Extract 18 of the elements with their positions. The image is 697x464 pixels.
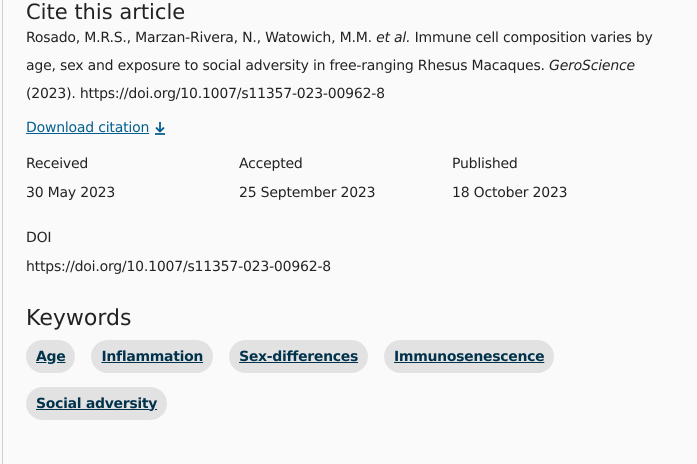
keyword-tag[interactable]: Immunosenescence bbox=[384, 340, 554, 373]
keyword-tag[interactable]: Inflammation bbox=[91, 340, 214, 373]
download-icon bbox=[153, 121, 168, 135]
date-label: Published bbox=[452, 155, 519, 174]
date-value: 25 September 2023 bbox=[239, 184, 376, 203]
download-citation-link[interactable]: Download citation bbox=[26, 120, 168, 136]
keyword-tag[interactable]: Social adversity bbox=[26, 387, 168, 420]
section-heading: Keywords bbox=[26, 305, 132, 333]
date-label: Accepted bbox=[239, 155, 304, 174]
doi-label: DOI bbox=[26, 229, 52, 248]
date-value: 30 May 2023 bbox=[26, 184, 116, 203]
date-value: 18 October 2023 bbox=[452, 184, 568, 203]
section-heading: Cite this article bbox=[26, 0, 186, 24]
keyword-tag[interactable]: Age bbox=[26, 340, 76, 373]
citation-text: Rosado, M.R.S., Marzan-Rivera, N., Watowich, M.M. et al. Immune cell composition varies by age, sex and exposure to social adversity in free-ranging Rhesus Macaques. GeroScience (2023). https://doi.org/10.1007/s11357-023-00962-8 bbox=[26, 29, 654, 104]
doi-value: https://doi.org/10.1007/s11357-023-00962-8 bbox=[26, 258, 332, 277]
date-label: Received bbox=[26, 155, 90, 174]
keyword-tag[interactable]: Sex-differences bbox=[229, 340, 368, 373]
